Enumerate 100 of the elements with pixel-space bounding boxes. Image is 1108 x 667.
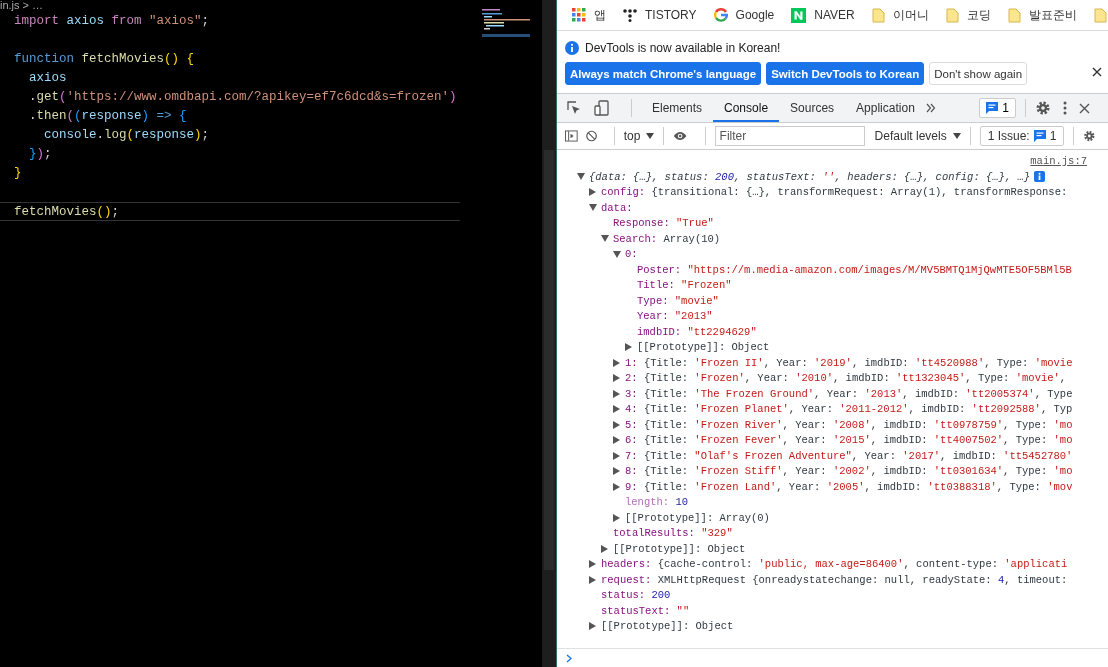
object-property: length: 10 [625, 496, 688, 509]
expand-arrow-icon[interactable] [613, 358, 620, 367]
device-icon[interactable] [594, 100, 610, 116]
banner-button[interactable]: Switch DevTools to Korean [766, 62, 925, 85]
panel-tab[interactable]: Elements [641, 94, 714, 122]
object-property: 6: {Title: 'Frozen Fever', Year: '2015', imdbID: 'tt4007502', Type: 'mo [625, 434, 1073, 447]
bookmark[interactable]: Google [713, 8, 775, 22]
object-property: Poster: "https://m.media-amazon.com/images/M/MV5BMTQ1MjQwMTE5OF5BMl5B [637, 263, 1072, 276]
expand-arrow-icon[interactable] [613, 374, 620, 383]
expand-arrow-icon[interactable] [613, 513, 620, 522]
bookmark[interactable]: 이머니 [871, 6, 929, 24]
close-icon[interactable] [1079, 102, 1090, 114]
expand-arrow-icon[interactable] [589, 188, 596, 197]
code-line: import axios from "axios"; [14, 14, 210, 28]
object-property: Type: "movie" [637, 294, 719, 307]
clear-console-icon[interactable] [585, 129, 597, 143]
object-property: 9: {Title: 'Frozen Land', Year: '2005', imdbID: 'tt0388318', Type: 'mov [625, 480, 1073, 493]
grid-icon [572, 8, 586, 22]
object-property: [[Prototype]]: Array(0) [625, 511, 770, 524]
expand-arrow-icon[interactable] [613, 405, 620, 414]
caret-icon [952, 133, 961, 139]
breadcrumb[interactable]: in.js > … [0, 0, 542, 10]
object-property: status: 200 [601, 589, 671, 602]
object-property: 5: {Title: 'Frozen River', Year: '2008', imdbID: 'tt0978759', Type: 'mo [625, 418, 1073, 431]
code-line: } [14, 166, 22, 180]
levels-dropdown[interactable]: Default levels [874, 129, 961, 143]
filter-field[interactable]: Filter [714, 126, 865, 146]
inspect-cursor-icon[interactable] [566, 100, 582, 116]
object-property: Year: "2013" [637, 310, 713, 323]
banner-button[interactable]: Always match Chrome's language [565, 62, 762, 85]
object-property: 7: {Title: "Olaf's Frozen Adventure", Year: '2017', imdbID: 'tt5452780' [625, 449, 1073, 462]
double-chevron-icon[interactable] [925, 103, 936, 113]
settings-icon[interactable] [1035, 100, 1051, 116]
object-property: 4: {Title: 'Frozen Planet', Year: '2011-2012', imdbID: 'tt2092588', Typ [625, 403, 1073, 416]
code-line: .get('https://www.omdbapi.com/?apikey=ef7c6dcd&s=frozen') [28, 90, 457, 104]
collapse-arrow-icon[interactable] [589, 204, 597, 212]
bookmark[interactable]: 앱 [572, 6, 606, 24]
expand-arrow-icon[interactable] [589, 575, 596, 584]
object-property: Title: "Frozen" [637, 279, 732, 292]
bookmark[interactable]: 발표준비 [1007, 6, 1077, 24]
issues-button[interactable]: 1 [979, 98, 1016, 118]
scrollbar[interactable] [542, 0, 557, 667]
code-line: function fetchMovies() { [14, 52, 195, 66]
expand-arrow-icon[interactable] [613, 451, 620, 460]
object-property: [[Prototype]]: Object [613, 542, 746, 555]
panel-tab[interactable]: Application [845, 94, 926, 122]
bookmark[interactable]: TISTORY [623, 8, 697, 22]
prompt-chevron-icon[interactable] [566, 653, 572, 663]
object-property: 3: {Title: 'The Frozen Ground', Year: '2013', imdbID: 'tt2005374', Type [625, 387, 1073, 400]
sidebar-toggle-icon[interactable] [565, 129, 578, 143]
more-options-icon[interactable] [1063, 101, 1067, 115]
expand-arrow-icon[interactable] [613, 436, 620, 445]
object-property: [[Prototype]]: Object [637, 341, 770, 354]
object-property: imdbID: "tt2294629" [637, 325, 757, 338]
code-line: fetchMovies(); [14, 205, 120, 219]
info-icon [565, 41, 579, 55]
folder-icon [945, 7, 959, 23]
eye-icon[interactable] [673, 130, 688, 142]
object-property: statusText: "" [601, 604, 690, 617]
banner-button[interactable]: Don't show again [929, 62, 1028, 85]
dots-icon [623, 8, 637, 22]
panel-tab[interactable]: Sources [779, 94, 846, 122]
collapse-arrow-icon[interactable] [577, 173, 585, 181]
code-line: axios [28, 71, 67, 85]
bookmark[interactable]: 코딩 [945, 6, 991, 24]
collapse-arrow-icon[interactable] [613, 250, 621, 258]
folder-icon [1007, 7, 1021, 23]
expand-arrow-icon[interactable] [613, 420, 620, 429]
collapse-arrow-icon[interactable] [601, 235, 609, 243]
close-icon[interactable] [1092, 66, 1102, 77]
object-property: data: [601, 201, 633, 214]
context-selector[interactable]: top [623, 129, 655, 143]
message-icon [1033, 130, 1046, 142]
object-property: {data: {…}, status: 200, statusText: '', headers: {…}, config: {…}, …} [589, 170, 1031, 183]
expand-arrow-icon[interactable] [613, 389, 620, 398]
caret-icon [646, 133, 655, 139]
settings-icon[interactable] [1083, 128, 1096, 144]
expand-arrow-icon[interactable] [625, 343, 632, 352]
bookmark[interactable]: NAVER [791, 7, 855, 23]
object-property: [[Prototype]]: Object [601, 620, 734, 633]
object-property: 2: {Title: 'Frozen', Year: '2010', imdbID: 'tt1323045', Type: 'movie', [625, 372, 1067, 385]
expand-arrow-icon[interactable] [601, 544, 608, 553]
folder-icon [871, 7, 885, 23]
object-property: headers: {cache-control: 'public, max-age=86400', content-type: 'applicati [601, 558, 1068, 571]
issues-button[interactable]: 1 Issue: 1 [979, 126, 1065, 146]
object-property: 1: {Title: 'Frozen II', Year: '2019', imdbID: 'tt4520988', Type: 'movie [625, 356, 1073, 369]
object-property: Search: Array(10) [613, 232, 721, 245]
code-line: console.log(response); [43, 128, 210, 142]
expand-arrow-icon[interactable] [613, 482, 620, 491]
expand-arrow-icon[interactable] [589, 560, 596, 569]
expand-arrow-icon[interactable] [589, 622, 596, 631]
info-icon[interactable] [1034, 171, 1046, 183]
logo-tile-icon [791, 7, 807, 23]
minimap-drawing[interactable] [482, 8, 530, 40]
object-property: request: XMLHttpRequest {onreadystatechange: null, readyState: 4, timeout: [601, 573, 1068, 586]
object-property: 0: [625, 248, 638, 261]
expand-arrow-icon[interactable] [613, 467, 620, 476]
source-link[interactable]: main.js:7 [1030, 154, 1087, 169]
object-property: config: {transitional: {…}, transformRequest: Array(1), transformResponse: [601, 186, 1068, 199]
message-icon [986, 102, 999, 114]
